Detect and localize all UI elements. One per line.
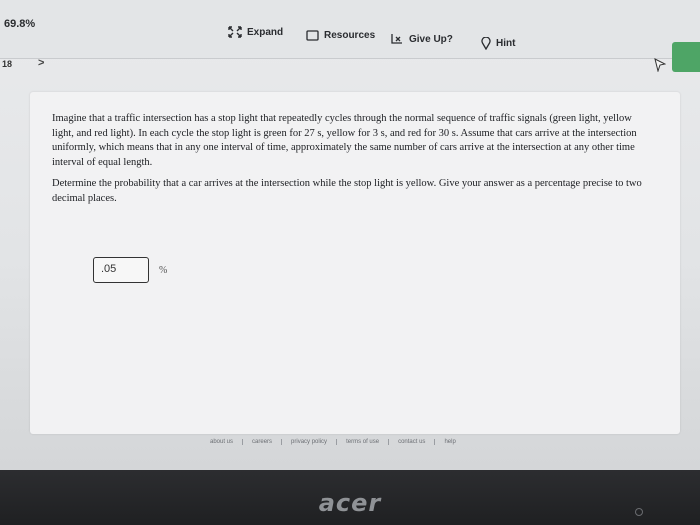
next-question-button[interactable]: >	[38, 57, 44, 69]
hint-label: Hint	[496, 38, 516, 49]
footer-link-about-us[interactable]: about us	[210, 439, 242, 445]
expand-button[interactable]: Expand	[228, 26, 283, 38]
footer-links: about us careers privacy policy terms of…	[210, 436, 465, 448]
question-nav: 18 >	[0, 57, 700, 72]
side-panel-tab[interactable]	[672, 42, 700, 72]
answer-input[interactable]: .05	[93, 257, 149, 283]
score-display: 69.8%	[4, 18, 36, 30]
give-up-icon	[390, 33, 404, 45]
top-toolbar: 69.8% Expand Resources Give Up? Hint	[0, 0, 700, 59]
monitor-brand-logo: acer	[318, 489, 382, 517]
footer-link-careers[interactable]: careers	[242, 439, 281, 445]
resources-label: Resources	[324, 30, 376, 41]
cursor-icon	[654, 58, 667, 73]
question-paragraph-2: Determine the probability that a car arr…	[52, 178, 642, 204]
question-card: Imagine that a traffic intersection has …	[30, 92, 680, 434]
footer-link-contact-us[interactable]: contact us	[388, 439, 434, 445]
question-text: Imagine that a traffic intersection has …	[52, 112, 647, 213]
expand-label: Expand	[247, 26, 284, 38]
resources-icon	[306, 30, 319, 41]
question-number: 18	[2, 59, 13, 69]
expand-icon	[228, 26, 242, 38]
screen: 69.8% Expand Resources Give Up? Hint 18 …	[0, 0, 700, 470]
give-up-label: Give Up?	[409, 33, 453, 45]
answer-unit: %	[159, 265, 168, 276]
hint-icon	[481, 37, 491, 50]
power-indicator-icon	[635, 508, 643, 516]
question-paragraph-1: Imagine that a traffic intersection has …	[52, 113, 637, 168]
hint-button[interactable]: Hint	[481, 37, 515, 50]
give-up-button[interactable]: Give Up?	[390, 33, 453, 45]
footer-link-privacy-policy[interactable]: privacy policy	[281, 439, 336, 445]
resources-button[interactable]: Resources	[306, 30, 375, 41]
footer-link-help[interactable]: help	[434, 439, 464, 445]
footer-link-terms-of-use[interactable]: terms of use	[336, 439, 388, 445]
